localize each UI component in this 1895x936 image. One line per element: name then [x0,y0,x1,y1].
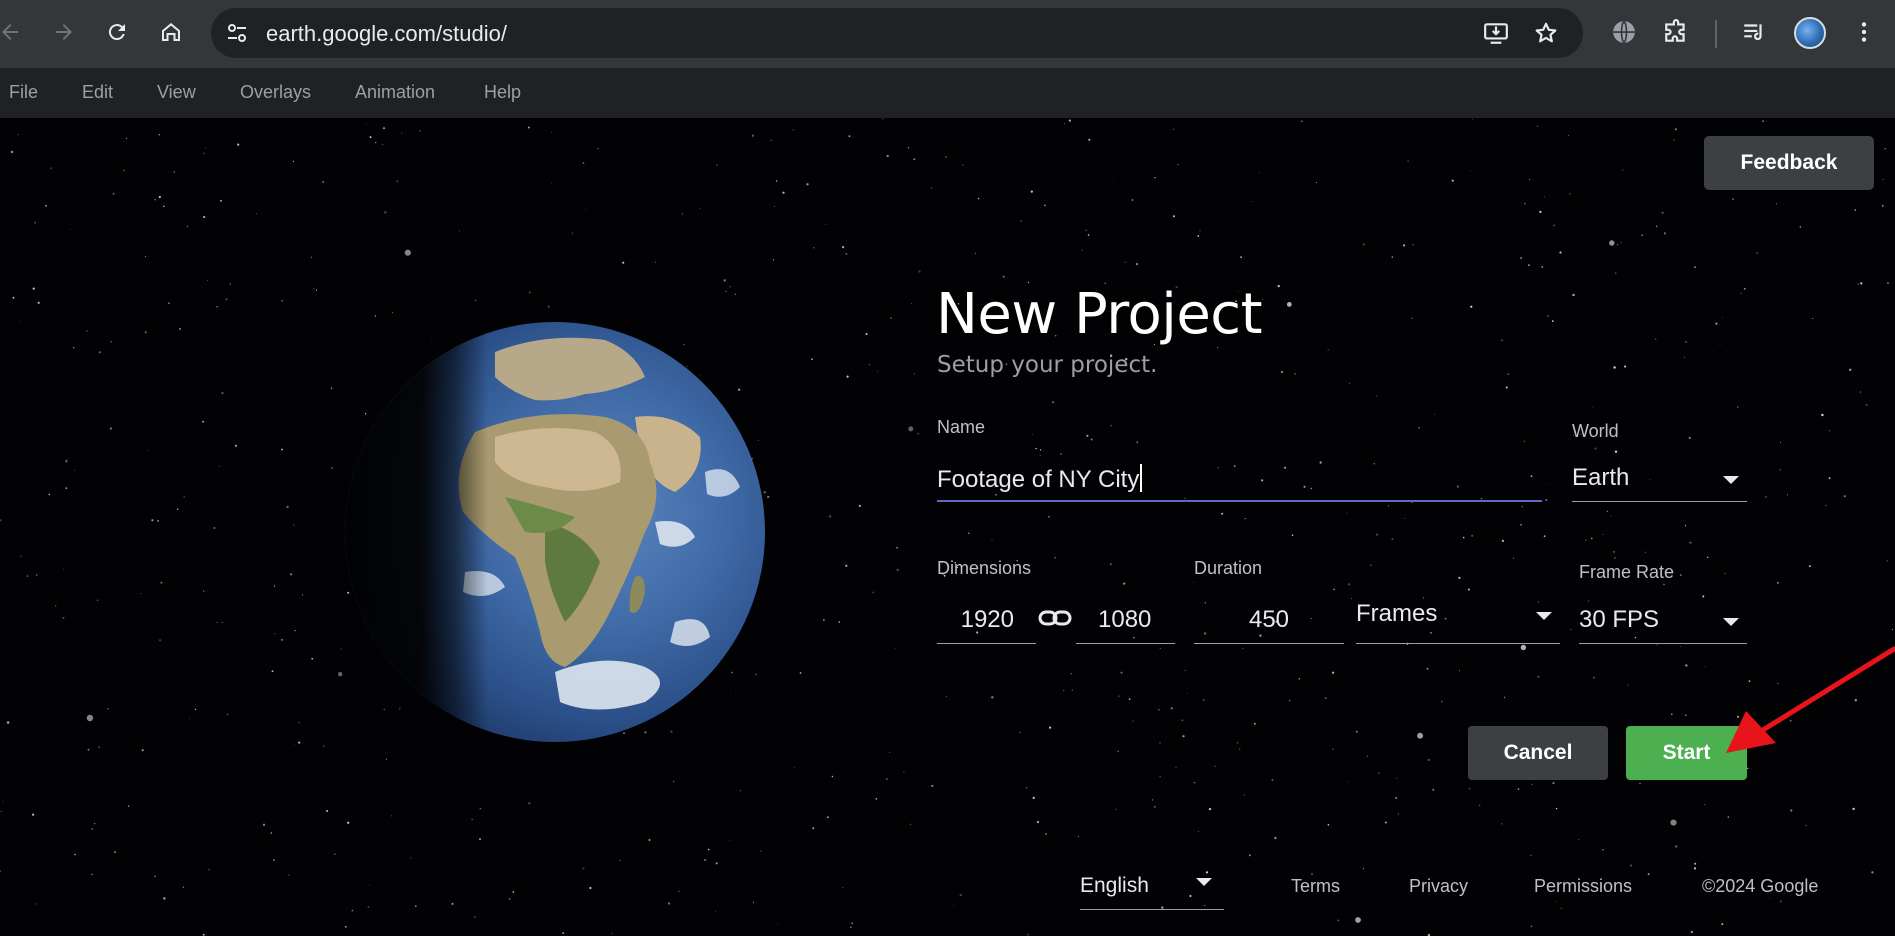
duration-unit-value[interactable]: Frames [1356,600,1437,628]
page-subtitle: Setup your project. [937,352,1158,378]
forward-arrow-icon[interactable] [46,14,82,50]
copyright-text: ©2024 Google [1702,876,1819,896]
text-cursor [1140,464,1143,492]
link-dimensions-icon[interactable] [1038,608,1072,628]
app-menu-bar: File Edit View Overlays Animation Help [0,68,1895,118]
page-title: New Project [936,282,1263,347]
dimensions-label: Dimensions [937,558,1032,578]
browser-toolbar: earth.google.com/studio/ [0,0,1895,68]
width-input[interactable]: 1920 [937,598,1036,644]
permissions-link[interactable]: Permissions [1534,876,1632,897]
more-options-icon[interactable] [1850,18,1878,46]
earth-globe-image [345,322,765,742]
url-text[interactable]: earth.google.com/studio/ [266,21,507,47]
duration-unit-dropdown-arrow-icon[interactable] [1536,612,1552,620]
privacy-link[interactable]: Privacy [1409,876,1468,897]
menu-help[interactable]: Help [484,82,521,103]
world-select[interactable]: Earth [1572,456,1747,502]
duration-label: Duration [1194,558,1263,578]
frame-rate-select[interactable]: 30 FPS [1579,598,1747,644]
menu-view[interactable]: View [157,82,196,103]
back-arrow-icon[interactable] [0,14,28,50]
toolbar-divider [1715,20,1717,48]
translate-globe-icon[interactable] [1610,18,1638,46]
home-icon[interactable] [153,14,189,50]
earth-night-shadow [345,322,765,742]
extensions-puzzle-icon[interactable] [1662,18,1690,46]
menu-overlays[interactable]: Overlays [240,82,311,103]
width-input-value[interactable]: 1920 [961,606,1014,634]
bookmark-star-icon[interactable] [1533,20,1559,46]
media-control-icon[interactable] [1740,18,1768,46]
menu-animation[interactable]: Animation [355,82,435,103]
red-annotation-arrow [1726,646,1895,753]
duration-input[interactable]: 450 [1194,598,1344,644]
site-info-icon[interactable] [225,21,249,45]
starfield-background [0,118,1895,936]
terms-link[interactable]: Terms [1291,876,1340,897]
duration-input-value[interactable]: 450 [1194,606,1344,634]
profile-avatar[interactable] [1794,17,1826,49]
name-input-value[interactable]: Footage of NY City [937,466,1139,493]
cancel-button[interactable]: Cancel [1468,726,1608,780]
duration-unit-select[interactable]: Frames [1356,598,1560,644]
feedback-button[interactable]: Feedback [1704,136,1874,190]
language-dropdown-arrow-icon[interactable] [1196,878,1212,886]
name-label: Name [937,417,986,437]
height-input[interactable]: 1080 [1076,598,1175,644]
address-bar[interactable]: earth.google.com/studio/ [211,8,1583,58]
language-select[interactable]: English [1080,866,1224,910]
menu-file[interactable]: File [9,82,38,103]
name-input[interactable]: Footage of NY City [937,456,1542,502]
world-label: World [1572,421,1619,441]
stars-decoration [0,118,1893,936]
frame-rate-label: Frame Rate [1579,562,1675,582]
world-select-value[interactable]: Earth [1572,464,1629,492]
install-app-icon[interactable] [1483,20,1509,46]
height-input-value[interactable]: 1080 [1098,606,1151,634]
menu-edit[interactable]: Edit [82,82,113,103]
world-dropdown-arrow-icon[interactable] [1723,476,1739,484]
reload-icon[interactable] [99,14,135,50]
frame-rate-value[interactable]: 30 FPS [1579,606,1659,634]
language-select-value[interactable]: English [1080,874,1149,898]
frame-rate-dropdown-arrow-icon[interactable] [1723,618,1739,626]
